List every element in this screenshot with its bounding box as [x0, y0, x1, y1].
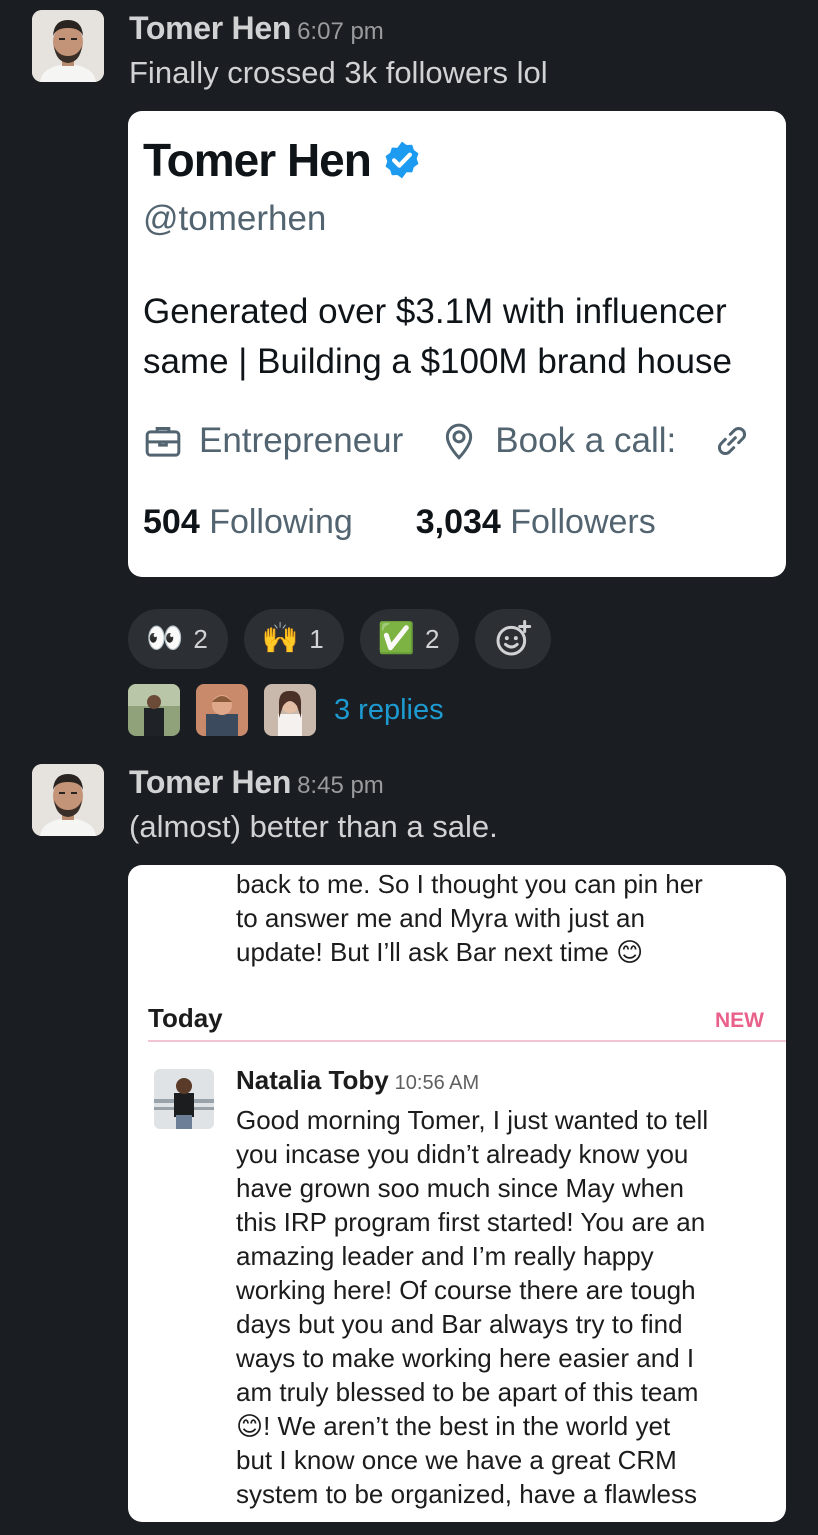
bio-line: Generated over $3.1M with influencer [143, 292, 727, 331]
reply-avatar [196, 684, 248, 736]
following-count: 504 [143, 503, 200, 541]
profile-bio: Generated over $3.1M with influencer sam… [143, 287, 732, 387]
timestamp[interactable]: 6:07 pm [297, 18, 384, 45]
author-name[interactable]: Tomer Hen [129, 10, 291, 46]
previous-message-text: back to me. So I thought you can pin her… [236, 867, 703, 969]
text-line: this IRP program first started! You are … [236, 1207, 706, 1237]
avatar[interactable] [32, 764, 104, 836]
reactions-bar: 👀 2 🙌 1 ✅ 2 [128, 609, 552, 669]
add-reaction-button[interactable] [475, 609, 552, 669]
message-header: Tomer Hen 6:07 pm [129, 10, 384, 47]
reply-avatar [128, 684, 180, 736]
text-line: update! But I’ll ask Bar next time 😊 [236, 937, 644, 967]
followers-count: 3,034 [415, 503, 501, 541]
profile-category: Entrepreneur [199, 421, 404, 460]
link-icon [718, 427, 747, 455]
profile-name-text: Tomer Hen [143, 134, 372, 186]
reaction-eyes[interactable]: 👀 2 [128, 609, 228, 669]
screenshot-timestamp: 10:56 AM [394, 1072, 480, 1094]
text-line: days but you and Bar always try to find [236, 1309, 683, 1339]
text-line: have grown soo much since May when [236, 1173, 685, 1203]
replies-link[interactable]: 3 replies [334, 694, 444, 727]
followers-label: Followers [510, 503, 656, 541]
text-line: system to be organized, have a flawless [236, 1479, 698, 1509]
screenshot-author-name: Natalia Toby [236, 1065, 389, 1095]
profile-meta: Entrepreneur Book a call: [143, 421, 768, 461]
slack-screenshot-image[interactable]: back to me. So I thought you can pin her… [128, 865, 786, 1522]
verified-badge-icon [385, 141, 419, 179]
avatar-photo-icon [154, 1069, 214, 1129]
profile-card-image[interactable]: Tomer Hen @tomerhen Generated over $3.1M… [128, 111, 786, 577]
add-emoji-icon [496, 620, 532, 656]
reaction-check-mark[interactable]: ✅ 2 [359, 609, 460, 669]
following-label: Following [209, 503, 353, 541]
reply-avatar-photo-icon [264, 684, 316, 736]
profile-handle: @tomerhen [143, 199, 327, 238]
avatar-photo-icon [32, 10, 104, 82]
location-pin-icon [446, 423, 473, 460]
profile-location: Book a call: [495, 421, 677, 460]
new-messages-badge: NEW [715, 1009, 764, 1032]
profile-stats: 504 Following 3,034 Followers [143, 503, 656, 542]
reaction-count: 1 [309, 623, 324, 654]
profile-name: Tomer Hen [143, 133, 423, 187]
screenshot-message-body: Good morning Tomer, I just wanted to tel… [236, 1103, 776, 1511]
message-text: Finally crossed 3k followers lol [129, 55, 548, 90]
author-name[interactable]: Tomer Hen [129, 764, 291, 800]
message-header: Tomer Hen 8:45 pm [129, 764, 384, 801]
avatar [154, 1069, 214, 1129]
text-line: to answer me and Myra with just an [236, 903, 645, 933]
reaction-count: 2 [425, 623, 440, 654]
text-line: 😊! We aren’t the best in the world yet [236, 1411, 671, 1441]
text-line: working here! Of course there are tough [236, 1275, 696, 1305]
check-mark-emoji-icon: ✅ [377, 622, 416, 655]
message-text: (almost) better than a sale. [129, 809, 498, 844]
text-line: ways to make working here easier and I [236, 1343, 695, 1373]
reply-avatar [264, 684, 316, 736]
text-line: Good morning Tomer, I just wanted to tel… [236, 1105, 709, 1135]
reply-avatar-photo-icon [128, 684, 180, 736]
text-line: back to me. So I thought you can pin her [236, 869, 703, 899]
reaction-raised-hands[interactable]: 🙌 1 [243, 609, 344, 669]
reaction-count: 2 [193, 623, 208, 654]
raised-hands-emoji-icon: 🙌 [261, 622, 300, 655]
avatar[interactable] [32, 10, 104, 82]
text-line: am truly blessed to be apart of this tea… [236, 1377, 699, 1407]
text-line: you incase you didn’t already know you [236, 1139, 689, 1169]
bio-line: same | Building a $100M brand house [143, 342, 732, 381]
eyes-emoji-icon: 👀 [146, 622, 184, 655]
timestamp[interactable]: 8:45 pm [297, 772, 384, 799]
new-messages-divider [148, 1040, 786, 1042]
text-line: amazing leader and I’m really happy [236, 1241, 654, 1271]
thread-replies[interactable]: 3 replies [128, 684, 444, 736]
date-divider-label: Today [148, 1003, 223, 1033]
avatar-photo-icon [32, 764, 104, 836]
briefcase-icon [145, 427, 181, 457]
text-line: but I know once we have a great CRM [236, 1445, 677, 1475]
reply-avatar-photo-icon [196, 684, 248, 736]
screenshot-author: Natalia Toby 10:56 AM [236, 1065, 479, 1096]
